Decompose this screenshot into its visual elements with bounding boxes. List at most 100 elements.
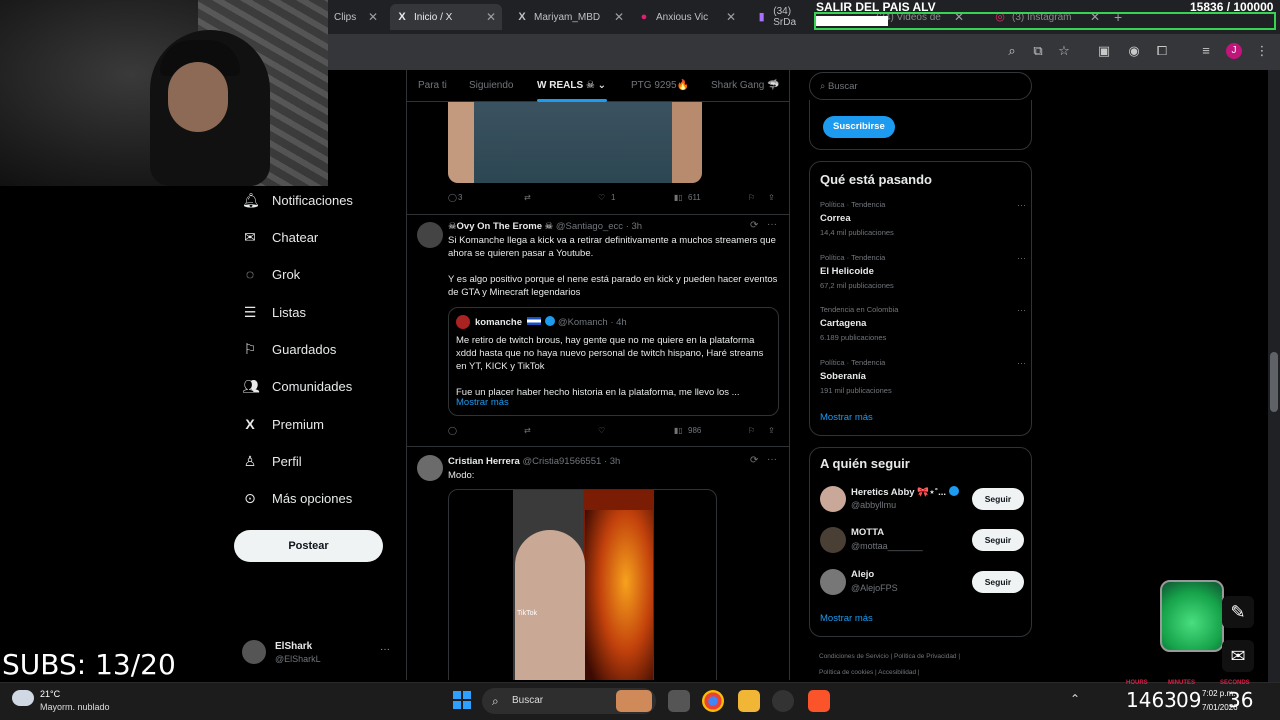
- tab-w-reals[interactable]: W REALS ☠ ⌄: [537, 80, 606, 91]
- repost-icon[interactable]: ⇄: [524, 426, 531, 435]
- post-author[interactable]: ☠Ovy On The Erome ☠ @Santiago_ecc · 3h: [448, 221, 642, 232]
- post-video[interactable]: TikTok: [448, 489, 717, 680]
- screen: Clips ✕ X Inicio / X ✕ X Mariyam_MBD ✕ ● An…: [0, 0, 1280, 720]
- extension-box-icon[interactable]: ▣: [1096, 43, 1112, 59]
- avatar: [820, 486, 846, 512]
- footer-link[interactable]: Política de cookies: [819, 669, 873, 676]
- grok-icon[interactable]: ⟳: [750, 220, 758, 231]
- tab-shark-gang[interactable]: Shark Gang 🦈: [711, 80, 780, 91]
- trend-item[interactable]: Política · Tendencia Correa 14,4 mil pub…: [820, 200, 1026, 237]
- more-icon[interactable]: ···: [1017, 200, 1026, 210]
- weather-temperature[interactable]: 21°C: [40, 689, 60, 699]
- trend-item[interactable]: Política · Tendencia El Helicoide 67,2 m…: [820, 253, 1026, 290]
- close-icon[interactable]: ✕: [614, 10, 624, 24]
- bookmark-icon[interactable]: ⚐: [748, 193, 755, 202]
- nav-more-options[interactable]: ⊙ Más opciones: [242, 486, 352, 510]
- media-icon[interactable]: ≡: [1198, 43, 1214, 59]
- footer-link[interactable]: Condiciones de Servicio: [819, 653, 889, 660]
- nav-grok[interactable]: ◌ Grok: [242, 262, 300, 286]
- weather-description[interactable]: Mayorm. nublado: [40, 702, 110, 712]
- follow-suggestion[interactable]: Heretics Abby 🎀⋆˚... @abbyllmu Seguir: [820, 484, 1024, 514]
- app-icon[interactable]: [772, 690, 794, 712]
- like-icon[interactable]: ♡: [598, 193, 605, 202]
- extension-icon[interactable]: ◉: [1126, 43, 1142, 59]
- reply-icon[interactable]: ◯: [448, 193, 457, 202]
- views-icon[interactable]: ▮▯: [674, 426, 683, 435]
- more-icon[interactable]: ···: [380, 644, 390, 655]
- brave-icon[interactable]: [808, 690, 830, 712]
- trend-item[interactable]: Tendencia en Colombia Cartagena 6.189 pu…: [820, 305, 1026, 342]
- tray-chevron-icon[interactable]: ⌃: [1070, 692, 1080, 706]
- star-icon[interactable]: ☆: [1056, 43, 1072, 59]
- browser-tab-mariyam[interactable]: X Mariyam_MBD ✕: [510, 4, 630, 30]
- grok-icon[interactable]: ⟳: [750, 455, 758, 466]
- avatar[interactable]: [417, 222, 443, 248]
- follow-button[interactable]: Seguir: [972, 529, 1024, 551]
- quoted-post[interactable]: komanche @Komanch · 4h Me retiro de twit…: [448, 307, 779, 416]
- bookmark-icon[interactable]: ⚐: [748, 426, 755, 435]
- more-icon[interactable]: ···: [1017, 253, 1026, 263]
- browser-tab-inicio[interactable]: X Inicio / X ✕: [390, 4, 502, 30]
- post-image[interactable]: [448, 102, 702, 183]
- browser-tab-twitch[interactable]: ▮ (34) SrDa: [750, 4, 814, 30]
- show-more-link[interactable]: Mostrar más: [456, 397, 509, 408]
- nav-lists[interactable]: ☰ Listas: [242, 300, 306, 324]
- windows-start-icon[interactable]: [453, 691, 471, 709]
- messages-icon[interactable]: ✉: [1222, 640, 1254, 672]
- more-icon[interactable]: ···: [767, 454, 777, 465]
- close-icon[interactable]: ✕: [726, 10, 736, 24]
- nav-label: Listas: [272, 304, 306, 320]
- nav-communities[interactable]: 👥︎ Comunidades: [242, 374, 352, 398]
- like-icon[interactable]: ♡: [598, 426, 605, 435]
- author-handle: @Komanch: [557, 317, 608, 328]
- footer-link[interactable]: Política de Privacidad: [894, 653, 957, 660]
- post-author[interactable]: Cristian Herrera @Cristia91566551 · 3h: [448, 456, 620, 467]
- chrome-icon[interactable]: [702, 690, 724, 712]
- scrollbar-thumb[interactable]: [1270, 352, 1278, 412]
- close-icon[interactable]: ✕: [486, 10, 496, 24]
- zoom-icon[interactable]: ⌕: [1004, 43, 1020, 59]
- nav-notifications[interactable]: 🔔︎ Notificaciones: [242, 188, 353, 212]
- more-icon[interactable]: ···: [767, 219, 777, 230]
- tab-para-ti[interactable]: Para ti: [418, 80, 447, 91]
- account-switcher[interactable]: ElShark @ElSharkL ···: [242, 640, 392, 668]
- more-icon[interactable]: ···: [1017, 358, 1026, 368]
- who-show-more[interactable]: Mostrar más: [820, 613, 873, 624]
- more-icon[interactable]: ···: [1017, 305, 1026, 315]
- browser-tab-clips[interactable]: Clips ✕: [328, 4, 384, 30]
- views-icon[interactable]: ▮▯: [674, 193, 683, 202]
- nav-chat[interactable]: ✉ Chatear: [242, 225, 318, 249]
- footer-link[interactable]: Accesibilidad: [878, 669, 916, 676]
- follow-button[interactable]: Seguir: [972, 488, 1024, 510]
- post-button[interactable]: Postear: [234, 530, 383, 562]
- search-input[interactable]: ⌕ Buscar: [809, 72, 1032, 100]
- x-logo-icon: X: [245, 416, 255, 432]
- reply-icon[interactable]: ◯: [448, 426, 457, 435]
- widget-icon[interactable]: [616, 690, 652, 712]
- repost-icon[interactable]: ⇄: [524, 193, 531, 202]
- tab-ptg[interactable]: PTG 9295🔥: [631, 80, 689, 91]
- browser-tab-anxious[interactable]: ● Anxious Vic ✕: [632, 4, 742, 30]
- trends-show-more[interactable]: Mostrar más: [820, 412, 873, 423]
- compose-icon[interactable]: ✎: [1222, 596, 1254, 628]
- share-icon[interactable]: ⇪: [768, 426, 775, 435]
- nav-premium[interactable]: X Premium: [242, 412, 324, 436]
- profile-avatar[interactable]: J: [1226, 43, 1242, 59]
- follow-suggestion[interactable]: Alejo @AlejoFPS Seguir: [820, 567, 1024, 597]
- trend-item[interactable]: Política · Tendencia Soberanía 191 mil p…: [820, 358, 1026, 395]
- puzzle-icon[interactable]: ⧠: [1154, 43, 1170, 59]
- cast-icon[interactable]: ⧉: [1030, 43, 1046, 59]
- task-view-icon[interactable]: [668, 690, 690, 712]
- follow-suggestion[interactable]: MOTTA @mottaa_______ Seguir: [820, 525, 1024, 555]
- kebab-menu-icon[interactable]: ⋮: [1254, 43, 1270, 59]
- avatar[interactable]: [417, 455, 443, 481]
- follow-button[interactable]: Seguir: [972, 571, 1024, 593]
- share-icon[interactable]: ⇪: [768, 193, 775, 202]
- nav-profile[interactable]: ♙ Perfil: [242, 449, 302, 473]
- tab-siguiendo[interactable]: Siguiendo: [469, 80, 513, 91]
- subscribe-button[interactable]: Suscribirse: [823, 116, 895, 138]
- close-icon[interactable]: ✕: [368, 10, 378, 24]
- trend-category: Política · Tendencia: [820, 358, 886, 367]
- folder-icon[interactable]: [738, 690, 760, 712]
- nav-bookmarks[interactable]: ⚐ Guardados: [242, 337, 337, 361]
